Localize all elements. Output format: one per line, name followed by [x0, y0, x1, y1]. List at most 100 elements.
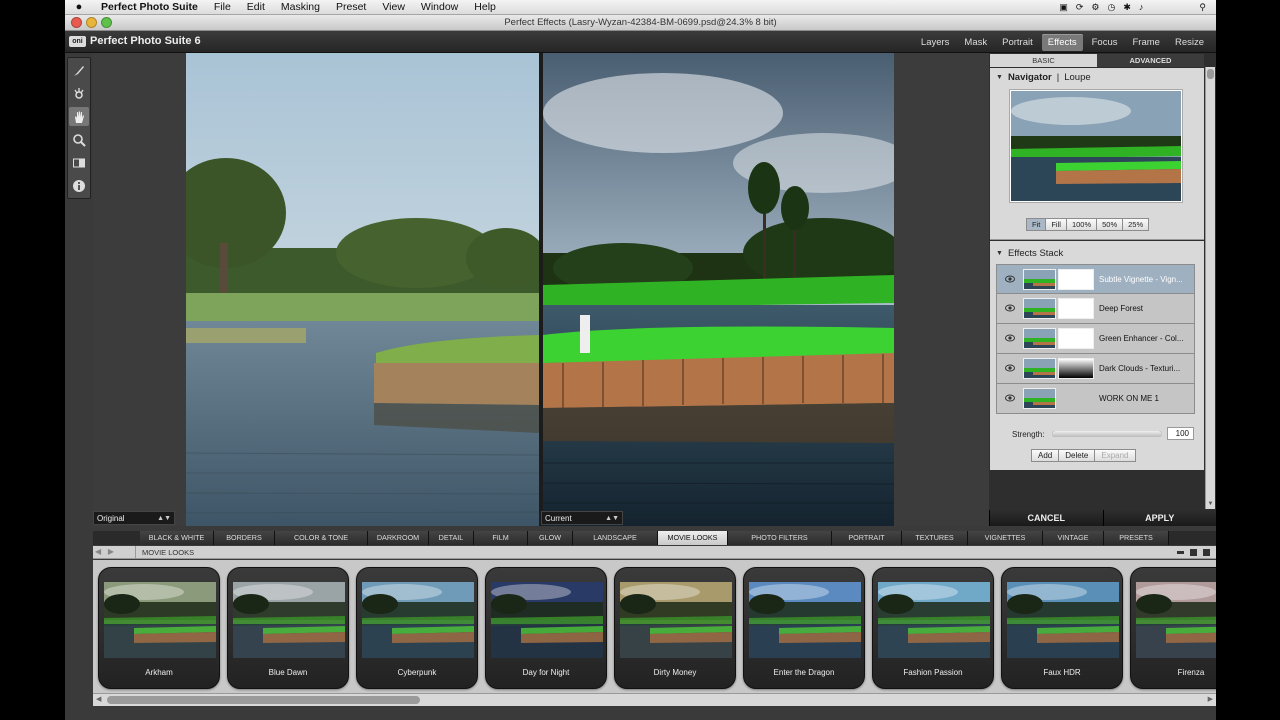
- effect-layer-row[interactable]: Dark Clouds - Texturi...: [996, 354, 1195, 384]
- menu-help[interactable]: Help: [466, 1, 504, 13]
- hand-tool[interactable]: [69, 107, 89, 126]
- scroll-down-icon[interactable]: ▼: [1206, 501, 1215, 509]
- category-nav-arrows[interactable]: ◀ ▶: [95, 547, 114, 556]
- zoom-fill-button[interactable]: Fill: [1045, 218, 1067, 231]
- original-photo[interactable]: [186, 53, 539, 526]
- effect-layer-row[interactable]: Green Enhancer - Col...: [996, 324, 1195, 354]
- layer-mask-thumbnail[interactable]: [1058, 269, 1094, 290]
- effect-layer-row[interactable]: WORK ON ME 1: [996, 384, 1195, 414]
- info-tool[interactable]: [69, 176, 89, 195]
- layer-thumbnail[interactable]: [1023, 388, 1056, 409]
- category-tab-detail[interactable]: DETAIL: [429, 531, 474, 545]
- small-grid-view-icon[interactable]: [1190, 549, 1197, 556]
- navigator-header[interactable]: ▼ Navigator | Loupe: [996, 72, 1091, 83]
- apple-icon[interactable]: ●: [65, 1, 93, 13]
- clock-icon[interactable]: ◷: [1108, 2, 1116, 13]
- zoom-100-button[interactable]: 100%: [1065, 218, 1098, 231]
- preset-card[interactable]: Firenza: [1130, 567, 1216, 689]
- module-resize[interactable]: Resize: [1169, 34, 1210, 51]
- preset-card[interactable]: Enter the Dragon: [743, 567, 865, 689]
- menu-masking[interactable]: Masking: [273, 1, 328, 13]
- list-view-icon[interactable]: [1177, 551, 1184, 554]
- zoom-window-icon[interactable]: [101, 17, 112, 28]
- layer-thumbnail[interactable]: [1023, 328, 1056, 349]
- layer-thumbnail[interactable]: [1023, 269, 1056, 290]
- menu-view[interactable]: View: [374, 1, 413, 13]
- zoom-25-button[interactable]: 25%: [1122, 218, 1150, 231]
- category-tab-vignettes[interactable]: VIGNETTES: [968, 531, 1043, 545]
- gear-icon[interactable]: ⚙: [1091, 2, 1099, 13]
- effects-stack-title[interactable]: Effects Stack: [1008, 248, 1063, 259]
- bluetooth-icon[interactable]: ✱: [1123, 2, 1131, 13]
- spotlight-search-icon[interactable]: ⚲: [1199, 2, 1206, 13]
- eye-icon[interactable]: [1005, 334, 1015, 342]
- delete-layer-button[interactable]: Delete: [1058, 449, 1096, 462]
- apply-button[interactable]: APPLY: [1102, 510, 1216, 526]
- category-tab-textures[interactable]: TEXTURES: [902, 531, 968, 545]
- strength-value-field[interactable]: 100: [1167, 427, 1194, 440]
- effect-layer-row[interactable]: Deep Forest: [996, 294, 1195, 324]
- current-photo[interactable]: [543, 53, 894, 526]
- layer-thumbnail[interactable]: [1023, 298, 1056, 319]
- eye-icon[interactable]: [1005, 394, 1015, 402]
- eye-icon[interactable]: [1005, 304, 1015, 312]
- masking-bug-tool[interactable]: [69, 84, 89, 103]
- layer-mask-thumbnail[interactable]: [1058, 328, 1094, 349]
- right-view-select[interactable]: Current ▲▼: [541, 511, 623, 525]
- zoom-fit-button[interactable]: Fit: [1026, 218, 1047, 231]
- category-tab-darkroom[interactable]: DARKROOM: [368, 531, 429, 545]
- preset-card[interactable]: Arkham: [98, 567, 220, 689]
- add-layer-button[interactable]: Add: [1031, 449, 1060, 462]
- preset-card[interactable]: Day for Night: [485, 567, 607, 689]
- collapse-triangle-icon[interactable]: ▼: [996, 74, 1003, 81]
- module-layers[interactable]: Layers: [915, 34, 956, 51]
- eye-icon[interactable]: [1005, 275, 1015, 283]
- scroll-left-icon[interactable]: ◀: [96, 695, 101, 703]
- preset-scrollbar-thumb[interactable]: [107, 696, 420, 704]
- navigator-title[interactable]: Navigator: [1008, 72, 1052, 83]
- volume-icon[interactable]: ♪: [1139, 2, 1144, 12]
- cancel-button[interactable]: CANCEL: [989, 510, 1103, 526]
- menu-file[interactable]: File: [206, 1, 239, 13]
- left-view-select[interactable]: Original ▲▼: [93, 511, 175, 525]
- module-frame[interactable]: Frame: [1127, 34, 1166, 51]
- layer-mask-thumbnail[interactable]: [1058, 298, 1094, 319]
- brush-tool[interactable]: [69, 61, 89, 80]
- loupe-title[interactable]: Loupe: [1064, 72, 1090, 83]
- compare-tool[interactable]: [69, 153, 89, 172]
- category-tab-black-white[interactable]: BLACK & WHITE: [140, 531, 214, 545]
- preset-card[interactable]: Fashion Passion: [872, 567, 994, 689]
- expand-layer-button[interactable]: Expand: [1094, 449, 1136, 462]
- module-effects[interactable]: Effects: [1041, 33, 1083, 51]
- category-tab-color-tone[interactable]: COLOR & TONE: [275, 531, 368, 545]
- tab-advanced[interactable]: ADVANCED: [1097, 54, 1204, 67]
- category-tab-borders[interactable]: BORDERS: [214, 531, 275, 545]
- preset-card[interactable]: Blue Dawn: [227, 567, 349, 689]
- menu-app-name[interactable]: Perfect Photo Suite: [93, 1, 206, 13]
- effects-stack-header[interactable]: ▼ Effects Stack: [996, 248, 1063, 259]
- zoom-50-button[interactable]: 50%: [1096, 218, 1124, 231]
- menu-preset[interactable]: Preset: [328, 1, 374, 13]
- navigator-thumbnail[interactable]: [1010, 90, 1182, 202]
- category-tab-landscape[interactable]: LANDSCAPE: [573, 531, 658, 545]
- category-tab-glow[interactable]: GLOW: [528, 531, 573, 545]
- preset-card[interactable]: Faux HDR: [1001, 567, 1123, 689]
- module-focus[interactable]: Focus: [1086, 34, 1124, 51]
- module-portrait[interactable]: Portrait: [996, 34, 1039, 51]
- large-grid-view-icon[interactable]: [1203, 549, 1210, 556]
- collapse-triangle-icon[interactable]: ▼: [996, 250, 1003, 257]
- close-window-icon[interactable]: [71, 17, 82, 28]
- category-tab-film[interactable]: FILM: [474, 531, 528, 545]
- tab-basic[interactable]: BASIC: [990, 54, 1097, 67]
- category-tab-presets[interactable]: PRESETS: [1104, 531, 1169, 545]
- layer-thumbnail[interactable]: [1023, 358, 1056, 379]
- minimize-window-icon[interactable]: [86, 17, 97, 28]
- preview-canvas[interactable]: Original ▲▼ Current ▲▼: [93, 53, 989, 526]
- category-tab-photo-filters[interactable]: PHOTO FILTERS: [728, 531, 832, 545]
- scroll-right-icon[interactable]: ▶: [1208, 695, 1213, 703]
- module-mask[interactable]: Mask: [958, 34, 993, 51]
- category-tab-vintage[interactable]: VINTAGE: [1043, 531, 1104, 545]
- zoom-tool[interactable]: [69, 130, 89, 149]
- sync-icon[interactable]: ⟳: [1076, 2, 1084, 13]
- layer-mask-thumbnail[interactable]: [1058, 358, 1094, 379]
